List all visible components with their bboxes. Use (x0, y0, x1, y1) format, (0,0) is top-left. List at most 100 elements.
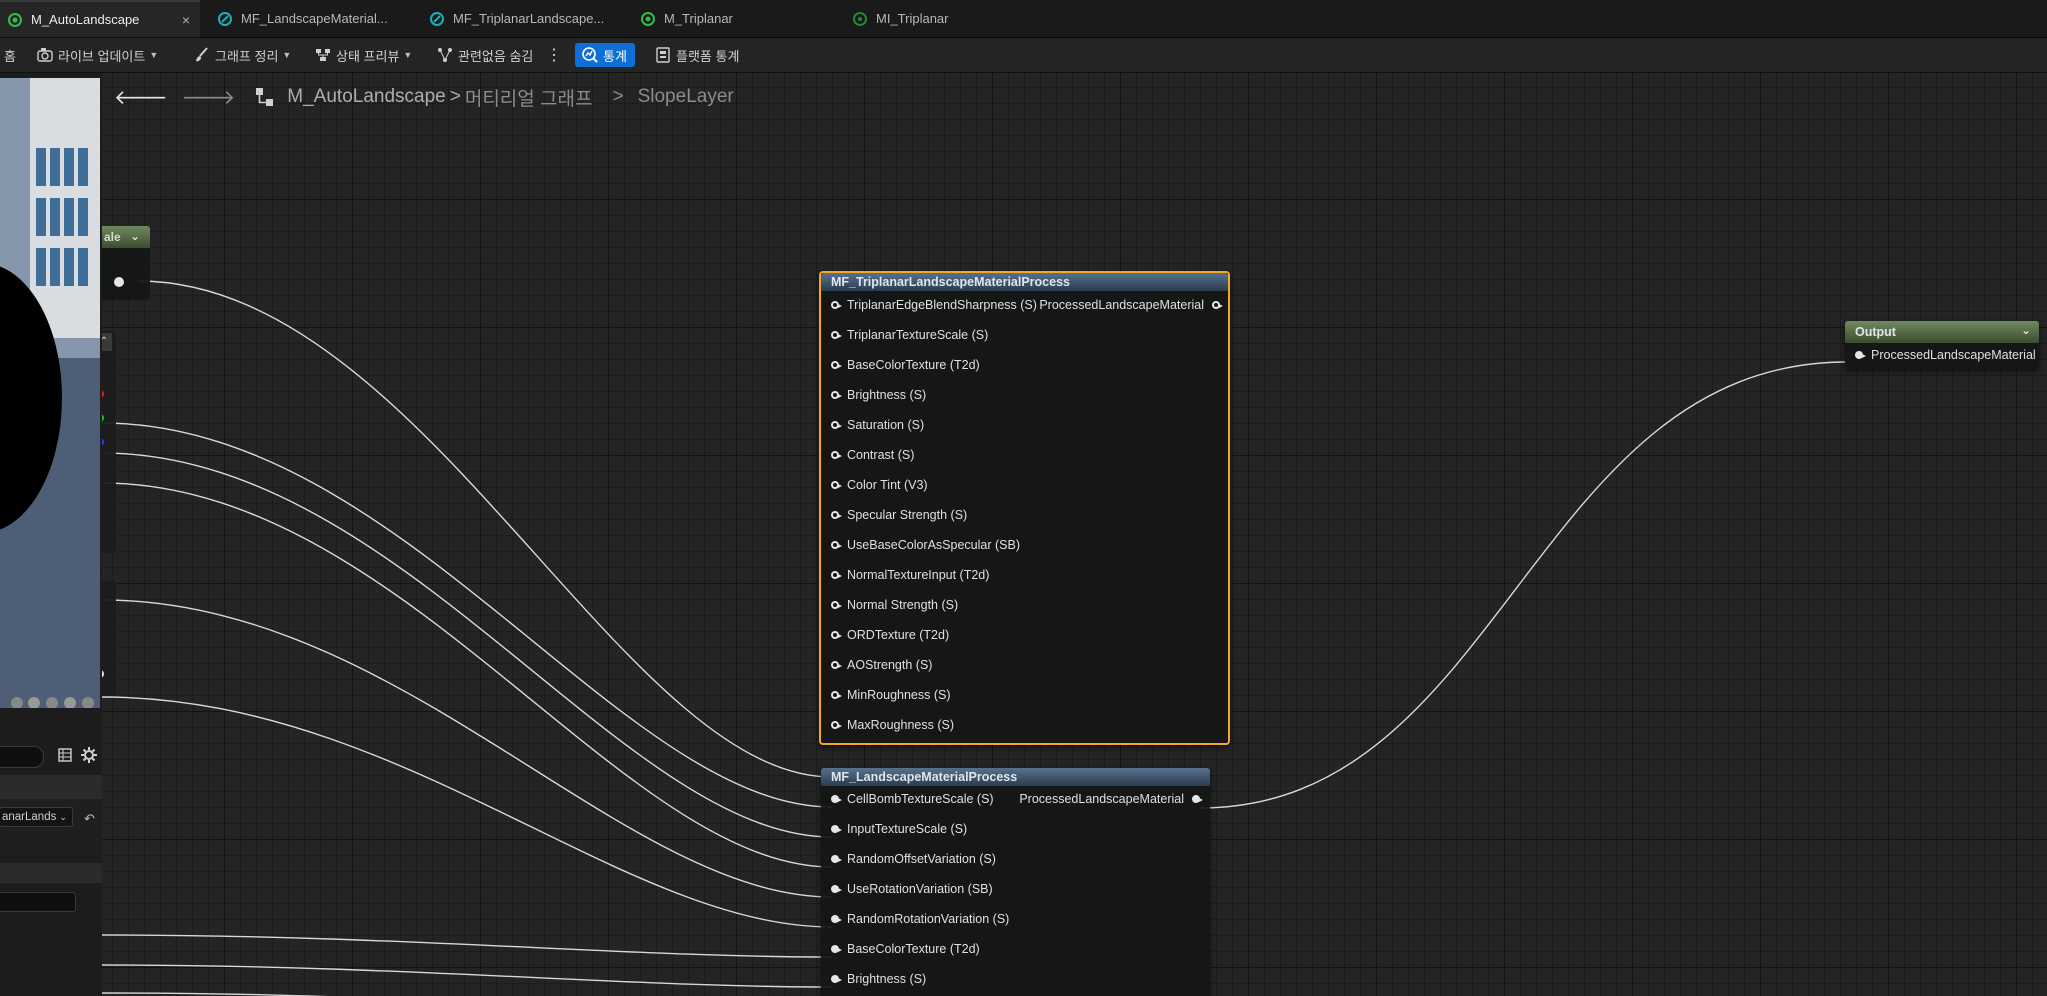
input-pin[interactable] (831, 391, 842, 399)
input-pin[interactable] (831, 975, 842, 983)
input-pin-row[interactable]: Specular Strength (S) (831, 506, 967, 524)
input-pin-row[interactable]: RandomRotationVariation (S) (831, 910, 1009, 928)
output-pin[interactable] (114, 277, 124, 287)
node-title: Output (1845, 321, 2039, 343)
input-pin-row[interactable]: AOStrength (S) (831, 656, 932, 674)
tab-label: MF_TriplanarLandscape... (453, 11, 605, 26)
partial-node-3[interactable] (102, 581, 116, 696)
details-value-field[interactable] (0, 892, 76, 912)
live-update-button[interactable]: 라이브 업데이트 ▼ (36, 43, 158, 67)
material-dropdown[interactable]: anarLands ⌄ (0, 807, 73, 827)
forward-arrow-icon[interactable]: 🡒 (182, 85, 236, 110)
tab-m-triplanar[interactable]: M_Triplanar (633, 0, 833, 37)
tab-mi-triplanar[interactable]: MI_Triplanar (845, 0, 1045, 37)
details-search-field[interactable] (0, 746, 44, 768)
input-pin[interactable] (831, 825, 842, 833)
input-pin-row[interactable]: NormalTextureInput (T2d) (831, 566, 989, 584)
chevron-down-icon[interactable]: ⌄ (2021, 323, 2031, 337)
input-pin[interactable] (831, 481, 842, 489)
wire (102, 452, 833, 838)
clean-graph-button[interactable]: 그래프 정리 ▼ (193, 43, 291, 67)
input-pin-row[interactable]: UseBaseColorAsSpecular (SB) (831, 536, 1020, 554)
input-pin-row[interactable]: InputTextureScale (S) (831, 820, 967, 838)
input-pin[interactable] (831, 885, 842, 893)
input-pin-row[interactable]: TriplanarEdgeBlendSharpness (S) (831, 296, 1037, 314)
wire (102, 964, 833, 988)
material-preview-viewport[interactable] (0, 78, 100, 708)
close-icon[interactable]: × (182, 12, 190, 28)
chevron-down-icon[interactable]: ⌄ (130, 229, 140, 243)
input-pin-label: ORDTexture (T2d) (847, 628, 950, 642)
input-pin-row[interactable]: ORDTexture (T2d) (831, 626, 949, 644)
output-pin[interactable] (1192, 795, 1203, 803)
material-graph-canvas[interactable]: 🡐 🡒 M_AutoLandscape > 머티리얼 그래프 > SlopeLa… (102, 73, 2047, 996)
table-view-icon[interactable] (58, 748, 72, 762)
input-pin-row[interactable]: MinRoughness (S) (831, 686, 951, 704)
input-pin-row[interactable]: Normal Strength (S) (831, 596, 958, 614)
stats-button[interactable]: 통계 (575, 43, 635, 67)
input-pin[interactable] (831, 511, 842, 519)
input-pin[interactable] (831, 451, 842, 459)
input-pin-row[interactable]: TriplanarTextureScale (S) (831, 326, 988, 344)
input-pin[interactable] (831, 661, 842, 669)
output-pin[interactable] (1212, 301, 1223, 309)
back-arrow-icon[interactable]: 🡐 (114, 85, 168, 110)
pin-green[interactable] (102, 414, 104, 422)
settings-gear-icon[interactable] (81, 747, 97, 763)
node-output[interactable]: Output ⌄ ProcessedLandscapeMaterial (1845, 321, 2039, 369)
input-pin-row[interactable]: MaxRoughness (S) (831, 716, 954, 734)
input-pin[interactable] (831, 915, 842, 923)
tab-mf-triplanarlandscape[interactable]: MF_TriplanarLandscape... (422, 0, 622, 37)
hierarchy-icon[interactable] (255, 87, 275, 107)
output-pin-row[interactable]: ProcessedLandscapeMaterial (1039, 296, 1223, 314)
input-pin-row[interactable]: ProcessedLandscapeMaterial (1855, 346, 2036, 364)
input-pin[interactable] (831, 691, 842, 699)
input-pin-row[interactable]: UseRotationVariation (SB) (831, 880, 993, 898)
breadcrumb-root[interactable]: M_AutoLandscape (287, 86, 445, 108)
input-pin-row[interactable]: Color Tint (V3) (831, 476, 928, 494)
input-pin-label: MinRoughness (S) (847, 688, 951, 702)
more-options-icon[interactable]: ⋮ (546, 43, 562, 67)
input-pin[interactable] (831, 795, 842, 803)
input-pin-row[interactable]: BaseColorTexture (T2d) (831, 356, 980, 374)
breadcrumb-material-graph[interactable]: 머티리얼 그래프 (465, 84, 593, 111)
input-pin-label: UseRotationVariation (SB) (847, 882, 993, 896)
input-pin-row[interactable]: Saturation (S) (831, 416, 924, 434)
tab-mf-landscapematerial[interactable]: MF_LandscapeMaterial... (210, 0, 410, 37)
input-pin-row[interactable]: CellBombTextureScale (S) (831, 790, 994, 808)
tab-m-autolandscape[interactable]: M_AutoLandscape × (0, 0, 200, 37)
input-pin[interactable] (831, 361, 842, 369)
collapse-icon[interactable]: ⌃ (102, 333, 112, 351)
node-mf-landscape-material-process[interactable]: MF_LandscapeMaterialProcess ProcessedLan… (821, 768, 1210, 996)
reset-arrow-icon[interactable]: ↶ (84, 811, 95, 827)
input-pin[interactable] (831, 421, 842, 429)
partial-node[interactable]: ale ⌄ (102, 226, 150, 300)
input-pin[interactable] (831, 721, 842, 729)
input-pin-row[interactable]: Brightness (S) (831, 970, 926, 988)
input-pin[interactable] (831, 331, 842, 339)
home-button[interactable]: 홈 (4, 43, 16, 67)
output-pin[interactable] (102, 670, 104, 678)
platform-stats-button[interactable]: 플랫폼 통계 (654, 43, 739, 67)
input-pin[interactable] (831, 301, 842, 309)
input-pin-row[interactable]: BaseColorTexture (T2d) (831, 940, 980, 958)
input-pin-row[interactable]: Contrast (S) (831, 446, 914, 464)
input-pin-row[interactable]: RandomOffsetVariation (S) (831, 850, 996, 868)
input-pin[interactable] (831, 601, 842, 609)
state-preview-button[interactable]: 상태 프리뷰 ▼ (314, 43, 412, 67)
pin-red[interactable] (102, 390, 104, 398)
node-mf-triplanar-landscape-material-process[interactable]: MF_TriplanarLandscapeMaterialProcess Pro… (819, 271, 1230, 745)
input-pin[interactable] (831, 945, 842, 953)
input-pin[interactable] (831, 541, 842, 549)
input-pin[interactable] (1855, 351, 1866, 359)
input-pin[interactable] (831, 855, 842, 863)
input-pin[interactable] (831, 571, 842, 579)
input-pin-label: TriplanarTextureScale (S) (847, 328, 989, 342)
output-pin-label: ProcessedLandscapeMaterial (1039, 298, 1204, 312)
pin-blue[interactable] (102, 438, 104, 446)
output-pin-row[interactable]: ProcessedLandscapeMaterial (1019, 790, 1203, 808)
input-pin-row[interactable]: Brightness (S) (831, 386, 926, 404)
hide-unrelated-button[interactable]: 관련없음 숨김 (436, 43, 533, 67)
partial-node-body[interactable]: ⌃ (102, 331, 116, 553)
input-pin[interactable] (831, 631, 842, 639)
